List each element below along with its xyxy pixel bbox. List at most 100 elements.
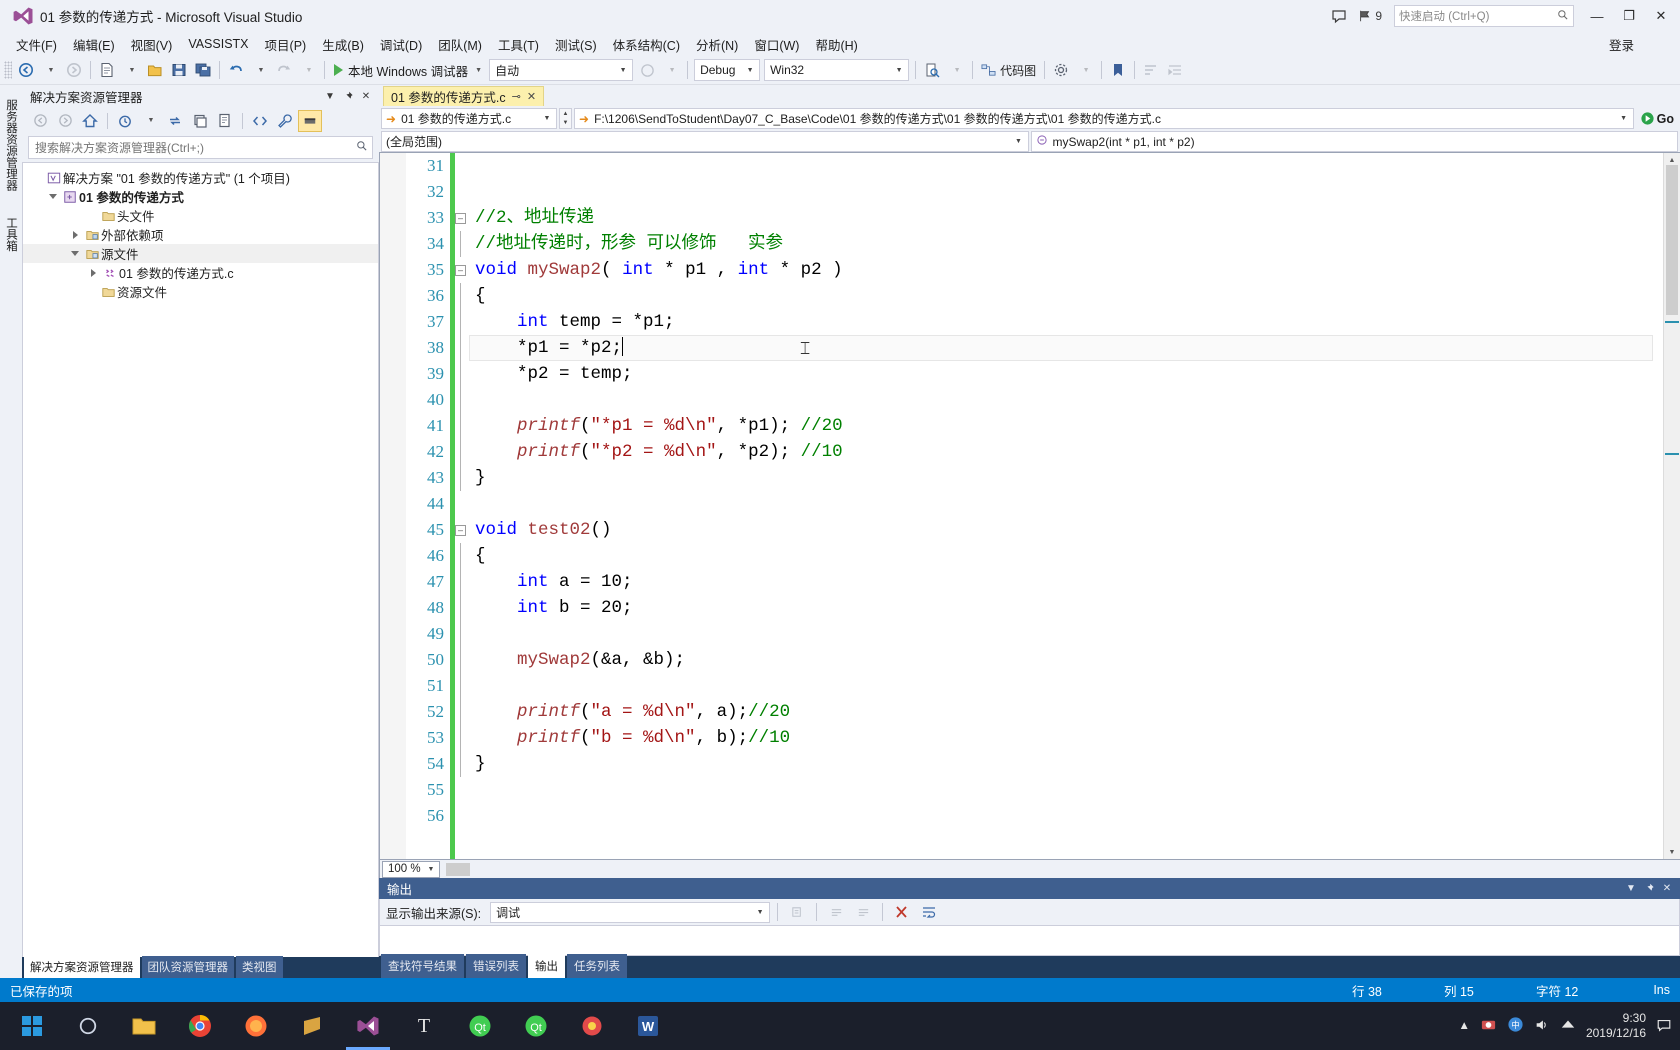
bookmark-icon[interactable] [1106, 58, 1130, 82]
input-method-icon[interactable]: 中 [1507, 1016, 1524, 1036]
hidden-icons-icon[interactable]: ▲ [1459, 1020, 1470, 1032]
navigate-forward-icon[interactable] [62, 58, 86, 82]
collapse-all-icon[interactable] [188, 110, 212, 132]
vertical-scrollbar[interactable]: ▲ ▼ [1663, 153, 1680, 859]
code-line[interactable]: //地址传递时，形参 可以修饰 实参 [475, 231, 1663, 257]
clear-all-icon[interactable] [890, 900, 914, 924]
save-all-icon[interactable] [191, 58, 215, 82]
new-item-icon[interactable] [95, 58, 119, 82]
menu-test[interactable]: 测试(S) [547, 32, 605, 57]
search-input[interactable] [35, 140, 356, 155]
code-line[interactable]: { [475, 283, 1663, 309]
tab-error-list[interactable]: 错误列表 [466, 954, 526, 978]
volume-icon[interactable] [1534, 1017, 1550, 1036]
fold-toggle[interactable]: – [455, 257, 469, 283]
tree-node-project[interactable]: 01 参数的传递方式 [23, 187, 378, 206]
code-line[interactable]: void test02() [475, 517, 1663, 543]
sign-in-link[interactable]: 登录 [1609, 35, 1634, 54]
fold-toggle[interactable]: – [455, 205, 469, 231]
fold-toggle[interactable]: – [455, 517, 469, 543]
code-line[interactable]: printf("*p1 = %d\n", *p1); //20 [475, 413, 1663, 439]
twisty-open[interactable] [67, 251, 83, 256]
code-line[interactable] [475, 179, 1663, 205]
collapse-region-icon[interactable]: – [455, 264, 466, 276]
server-explorer-tab[interactable]: 服务器资源管理器 [0, 93, 22, 197]
minimize-button[interactable]: — [1582, 4, 1612, 28]
chevron-down-icon[interactable]: ▼ [321, 87, 339, 105]
code-line[interactable]: { [475, 543, 1663, 569]
scrollbar-thumb[interactable] [1666, 165, 1678, 315]
tab-solution-explorer[interactable]: 解决方案资源管理器 [24, 956, 140, 978]
home-icon[interactable] [78, 110, 102, 132]
pending-changes-dropdown[interactable]: ▼ [138, 110, 162, 132]
menu-build[interactable]: 生成(B) [314, 32, 372, 57]
go-to-previous-icon[interactable] [824, 900, 848, 924]
code-line[interactable] [475, 777, 1663, 803]
toolbar-grip[interactable] [4, 61, 12, 79]
code-line[interactable]: } [475, 465, 1663, 491]
menu-debug[interactable]: 调试(D) [372, 32, 430, 57]
outlining-column[interactable]: – – – [455, 153, 469, 859]
tab-task-list[interactable]: 任务列表 [567, 954, 627, 978]
network-icon[interactable] [1560, 1017, 1576, 1036]
feedback-icon[interactable] [1326, 3, 1352, 29]
vassist-go-button[interactable]: Go [1636, 111, 1678, 126]
code-editor[interactable]: 31 32 33 34 35 36 37 38 39 40 41 42 43 44 45 46 47 48 49 50… [379, 152, 1680, 860]
search-cortana-icon[interactable] [60, 1002, 116, 1050]
code-line[interactable] [475, 491, 1663, 517]
pending-changes-icon[interactable] [113, 110, 137, 132]
toggle-wordwrap-icon[interactable] [917, 900, 941, 924]
collapse-region-icon[interactable]: – [455, 524, 466, 536]
horizontal-scrollbar-thumb[interactable] [446, 862, 470, 876]
new-item-dropdown[interactable]: ▼ [119, 58, 143, 82]
word-icon[interactable]: W [620, 1002, 676, 1050]
solution-explorer-search[interactable] [28, 136, 373, 159]
code-line[interactable]: int a = 10; [475, 569, 1663, 595]
maximize-button[interactable]: ❐ [1614, 4, 1644, 28]
solution-platform-combo[interactable]: Win32 ▼ [764, 59, 910, 81]
solution-configuration-combo[interactable]: Debug ▼ [694, 59, 761, 81]
screenshot-icon[interactable] [1480, 1016, 1497, 1036]
preview-selected-items-icon[interactable] [298, 109, 322, 132]
view-code-icon[interactable] [248, 110, 272, 132]
visual-studio-icon[interactable] [340, 1002, 396, 1050]
menu-project[interactable]: 项目(P) [257, 32, 315, 57]
tree-node-header-files[interactable]: 头文件 [23, 206, 378, 225]
start-debugging-button[interactable]: 本地 Windows 调试器 ▼ [329, 58, 487, 82]
document-tab-active[interactable]: 01 参数的传递方式.c ⊸ ✕ [383, 86, 545, 106]
twisty-closed[interactable] [85, 268, 101, 277]
navigate-back-dropdown[interactable]: ▼ [38, 58, 62, 82]
menu-window[interactable]: 窗口(W) [746, 32, 807, 57]
redo-icon[interactable] [272, 58, 296, 82]
code-line[interactable]: } [475, 751, 1663, 777]
open-file-icon[interactable] [143, 58, 167, 82]
sublime-icon[interactable] [284, 1002, 340, 1050]
qt-creator-icon[interactable]: Qt [452, 1002, 508, 1050]
menu-team[interactable]: 团队(M) [430, 32, 490, 57]
find-message-icon[interactable] [785, 900, 809, 924]
project-selector-combo[interactable]: ➜ 01 参数的传递方式.c ▼ [381, 108, 557, 129]
output-text-area[interactable] [379, 926, 1680, 956]
tab-class-view[interactable]: 类视图 [236, 956, 283, 978]
tree-node-external-dependencies[interactable]: 外部依赖项 [23, 225, 378, 244]
zoom-level-combo[interactable]: 100 % ▼ [382, 860, 440, 878]
solution-tree[interactable]: 解决方案 "01 参数的传递方式" (1 个项目) 01 参数的传递方式 头文件… [22, 162, 379, 957]
tree-node-source-files[interactable]: 源文件 [23, 244, 378, 263]
tab-team-explorer[interactable]: 团队资源管理器 [141, 956, 234, 978]
code-line[interactable] [475, 153, 1663, 179]
menu-tools[interactable]: 工具(T) [490, 32, 547, 57]
scope-combo[interactable]: (全局范围) ▼ [381, 131, 1029, 152]
menu-edit[interactable]: 编辑(E) [65, 32, 123, 57]
close-icon[interactable]: ✕ [1658, 880, 1676, 898]
menu-analyze[interactable]: 分析(N) [688, 32, 746, 57]
code-line[interactable] [475, 803, 1663, 829]
chrome-icon[interactable] [172, 1002, 228, 1050]
xmind-icon[interactable] [564, 1002, 620, 1050]
redo-dropdown[interactable]: ▼ [296, 58, 320, 82]
menu-file[interactable]: 文件(F) [8, 32, 65, 57]
menu-view[interactable]: 视图(V) [123, 32, 181, 57]
code-line[interactable]: int temp = *p1; [475, 309, 1663, 335]
action-center-icon[interactable] [1656, 1017, 1672, 1036]
auto-mode-combo[interactable]: 自动 ▼ [489, 59, 634, 81]
twisty-open[interactable] [45, 194, 61, 199]
